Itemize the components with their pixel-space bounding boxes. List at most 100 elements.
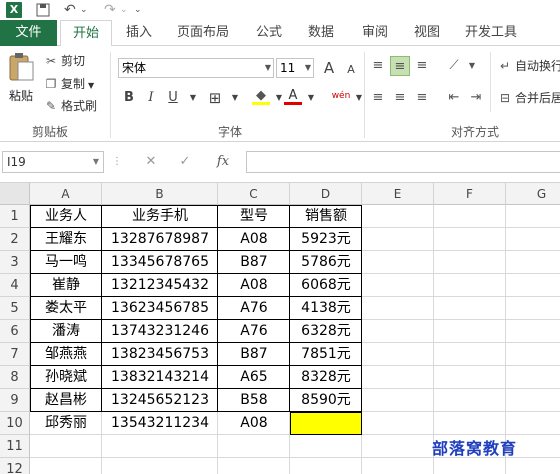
sales-amount-cell[interactable]: 8328元 [290,366,362,389]
border-dropdown-icon[interactable]: ▼ [226,88,244,108]
align-middle-icon[interactable]: ≡ [390,56,410,76]
row-header[interactable]: 5 [0,297,30,320]
increase-indent-icon[interactable]: ⇥ [466,88,486,108]
row-header[interactable]: 8 [0,366,30,389]
header-cell-phone[interactable]: 业务手机 [102,205,218,228]
orientation-icon[interactable]: ⟋ [444,56,464,76]
redo-icon[interactable]: ↷ [104,0,116,20]
highlighted-cell-d11[interactable] [290,412,362,435]
model-cell[interactable]: A76 [218,297,290,320]
grow-font-button[interactable]: A [320,58,338,78]
tab-file[interactable]: 文件 [0,20,57,46]
copy-button[interactable]: ❐ 复制 ▼ [44,74,95,94]
sales-amount-cell[interactable]: 5923元 [290,228,362,251]
tab-developer[interactable]: 开发工具 [458,20,524,46]
insert-function-button[interactable]: fx [210,151,236,173]
customize-toolbar-icon[interactable]: ⌄ [134,0,142,20]
salesperson-cell[interactable]: 邹燕燕 [30,343,102,366]
decrease-indent-icon[interactable]: ⇤ [444,88,464,108]
tab-data[interactable]: 数据 [298,20,344,46]
salesperson-cell[interactable]: 崔静 [30,274,102,297]
phone-cell[interactable]: 13832143214 [102,366,218,389]
phone-cell[interactable]: 13743231246 [102,320,218,343]
save-icon[interactable] [36,0,50,20]
row-header[interactable]: 7 [0,343,30,366]
font-color-button[interactable]: A [284,86,302,106]
model-cell[interactable]: B87 [218,343,290,366]
row-header[interactable]: 2 [0,228,30,251]
name-box[interactable]: I19 ▼ [2,151,104,173]
underline-button[interactable]: U [164,88,182,108]
model-cell[interactable]: A08 [218,412,290,435]
column-header-g[interactable]: G [506,183,560,205]
row-header[interactable]: 1 [0,205,30,228]
row-header[interactable]: 9 [0,389,30,412]
copy-dropdown-icon[interactable]: ▼ [88,81,94,90]
salesperson-cell[interactable]: 潘涛 [30,320,102,343]
sales-amount-cell[interactable]: 5786元 [290,251,362,274]
fill-color-button[interactable]: ◆ [252,86,270,106]
align-bottom-icon[interactable]: ≡ [412,56,432,76]
phone-cell[interactable]: 13623456785 [102,297,218,320]
row-header[interactable]: 6 [0,320,30,343]
phonetic-dropdown-icon[interactable]: ▼ [350,88,368,108]
border-button[interactable]: ⊞ [206,88,224,108]
confirm-formula-button[interactable]: ✓ [172,151,198,173]
paste-button[interactable]: 粘贴 [4,52,38,112]
model-cell[interactable]: A65 [218,366,290,389]
salesperson-cell[interactable]: 孙晓斌 [30,366,102,389]
formula-input[interactable] [246,151,560,173]
header-cell-salesperson[interactable]: 业务人 [30,205,102,228]
align-left-icon[interactable]: ≡ [368,88,388,108]
row-header[interactable]: 4 [0,274,30,297]
phone-cell[interactable]: 13543211234 [102,412,218,435]
salesperson-cell[interactable]: 邱秀丽 [30,412,102,435]
tab-view[interactable]: 视图 [404,20,450,46]
bold-button[interactable]: B [120,88,138,108]
underline-dropdown-icon[interactable]: ▼ [184,88,202,108]
tab-page-layout[interactable]: 页面布局 [170,20,236,46]
drag-handle-icon[interactable]: ⋮ [112,151,122,173]
sales-amount-cell[interactable]: 6068元 [290,274,362,297]
column-header-b[interactable]: B [102,183,218,205]
orientation-dropdown-icon[interactable]: ▼ [462,56,482,76]
tab-review[interactable]: 审阅 [352,20,398,46]
sales-amount-cell[interactable]: 6328元 [290,320,362,343]
column-header-f[interactable]: F [434,183,506,205]
header-cell-model[interactable]: 型号 [218,205,290,228]
phone-cell[interactable]: 13212345432 [102,274,218,297]
phone-cell[interactable]: 13245652123 [102,389,218,412]
column-header-c[interactable]: C [218,183,290,205]
row-header[interactable]: 3 [0,251,30,274]
row-header[interactable]: 10 [0,412,30,435]
align-center-icon[interactable]: ≡ [390,88,410,108]
cut-button[interactable]: ✂ 剪切 [44,51,85,71]
model-cell[interactable]: A08 [218,274,290,297]
model-cell[interactable]: B58 [218,389,290,412]
column-header-d[interactable]: D [290,183,362,205]
align-right-icon[interactable]: ≡ [412,88,432,108]
worksheet-grid[interactable]: A B C D E F G 1 2 3 4 5 6 7 8 9 10 11 12 业务人 业务手机 型… [0,182,560,474]
tab-formulas[interactable]: 公式 [246,20,292,46]
undo-icon[interactable]: ↶ [64,0,76,20]
phone-cell[interactable]: 13823456753 [102,343,218,366]
shrink-font-button[interactable]: A [342,60,360,80]
merge-center-button[interactable]: ⊟ 合并后居中 [498,88,560,108]
font-size-select[interactable]: 11 ▼ [276,58,314,78]
tab-insert[interactable]: 插入 [116,20,162,46]
sales-amount-cell[interactable]: 7851元 [290,343,362,366]
italic-button[interactable]: I [142,88,160,108]
redo-dropdown-icon[interactable]: ⌄ [120,0,128,20]
font-color-dropdown-icon[interactable]: ▼ [302,88,320,108]
undo-dropdown-icon[interactable]: ⌄ [80,0,88,20]
phone-cell[interactable]: 13345678765 [102,251,218,274]
header-cell-sales[interactable]: 销售额 [290,205,362,228]
salesperson-cell[interactable]: 马一鸣 [30,251,102,274]
sales-amount-cell[interactable]: 4138元 [290,297,362,320]
font-name-select[interactable]: 宋体 ▼ [118,58,274,78]
tab-home[interactable]: 开始 [60,20,112,47]
column-header-e[interactable]: E [362,183,434,205]
align-top-icon[interactable]: ≡ [368,56,388,76]
model-cell[interactable]: B87 [218,251,290,274]
salesperson-cell[interactable]: 赵昌彬 [30,389,102,412]
